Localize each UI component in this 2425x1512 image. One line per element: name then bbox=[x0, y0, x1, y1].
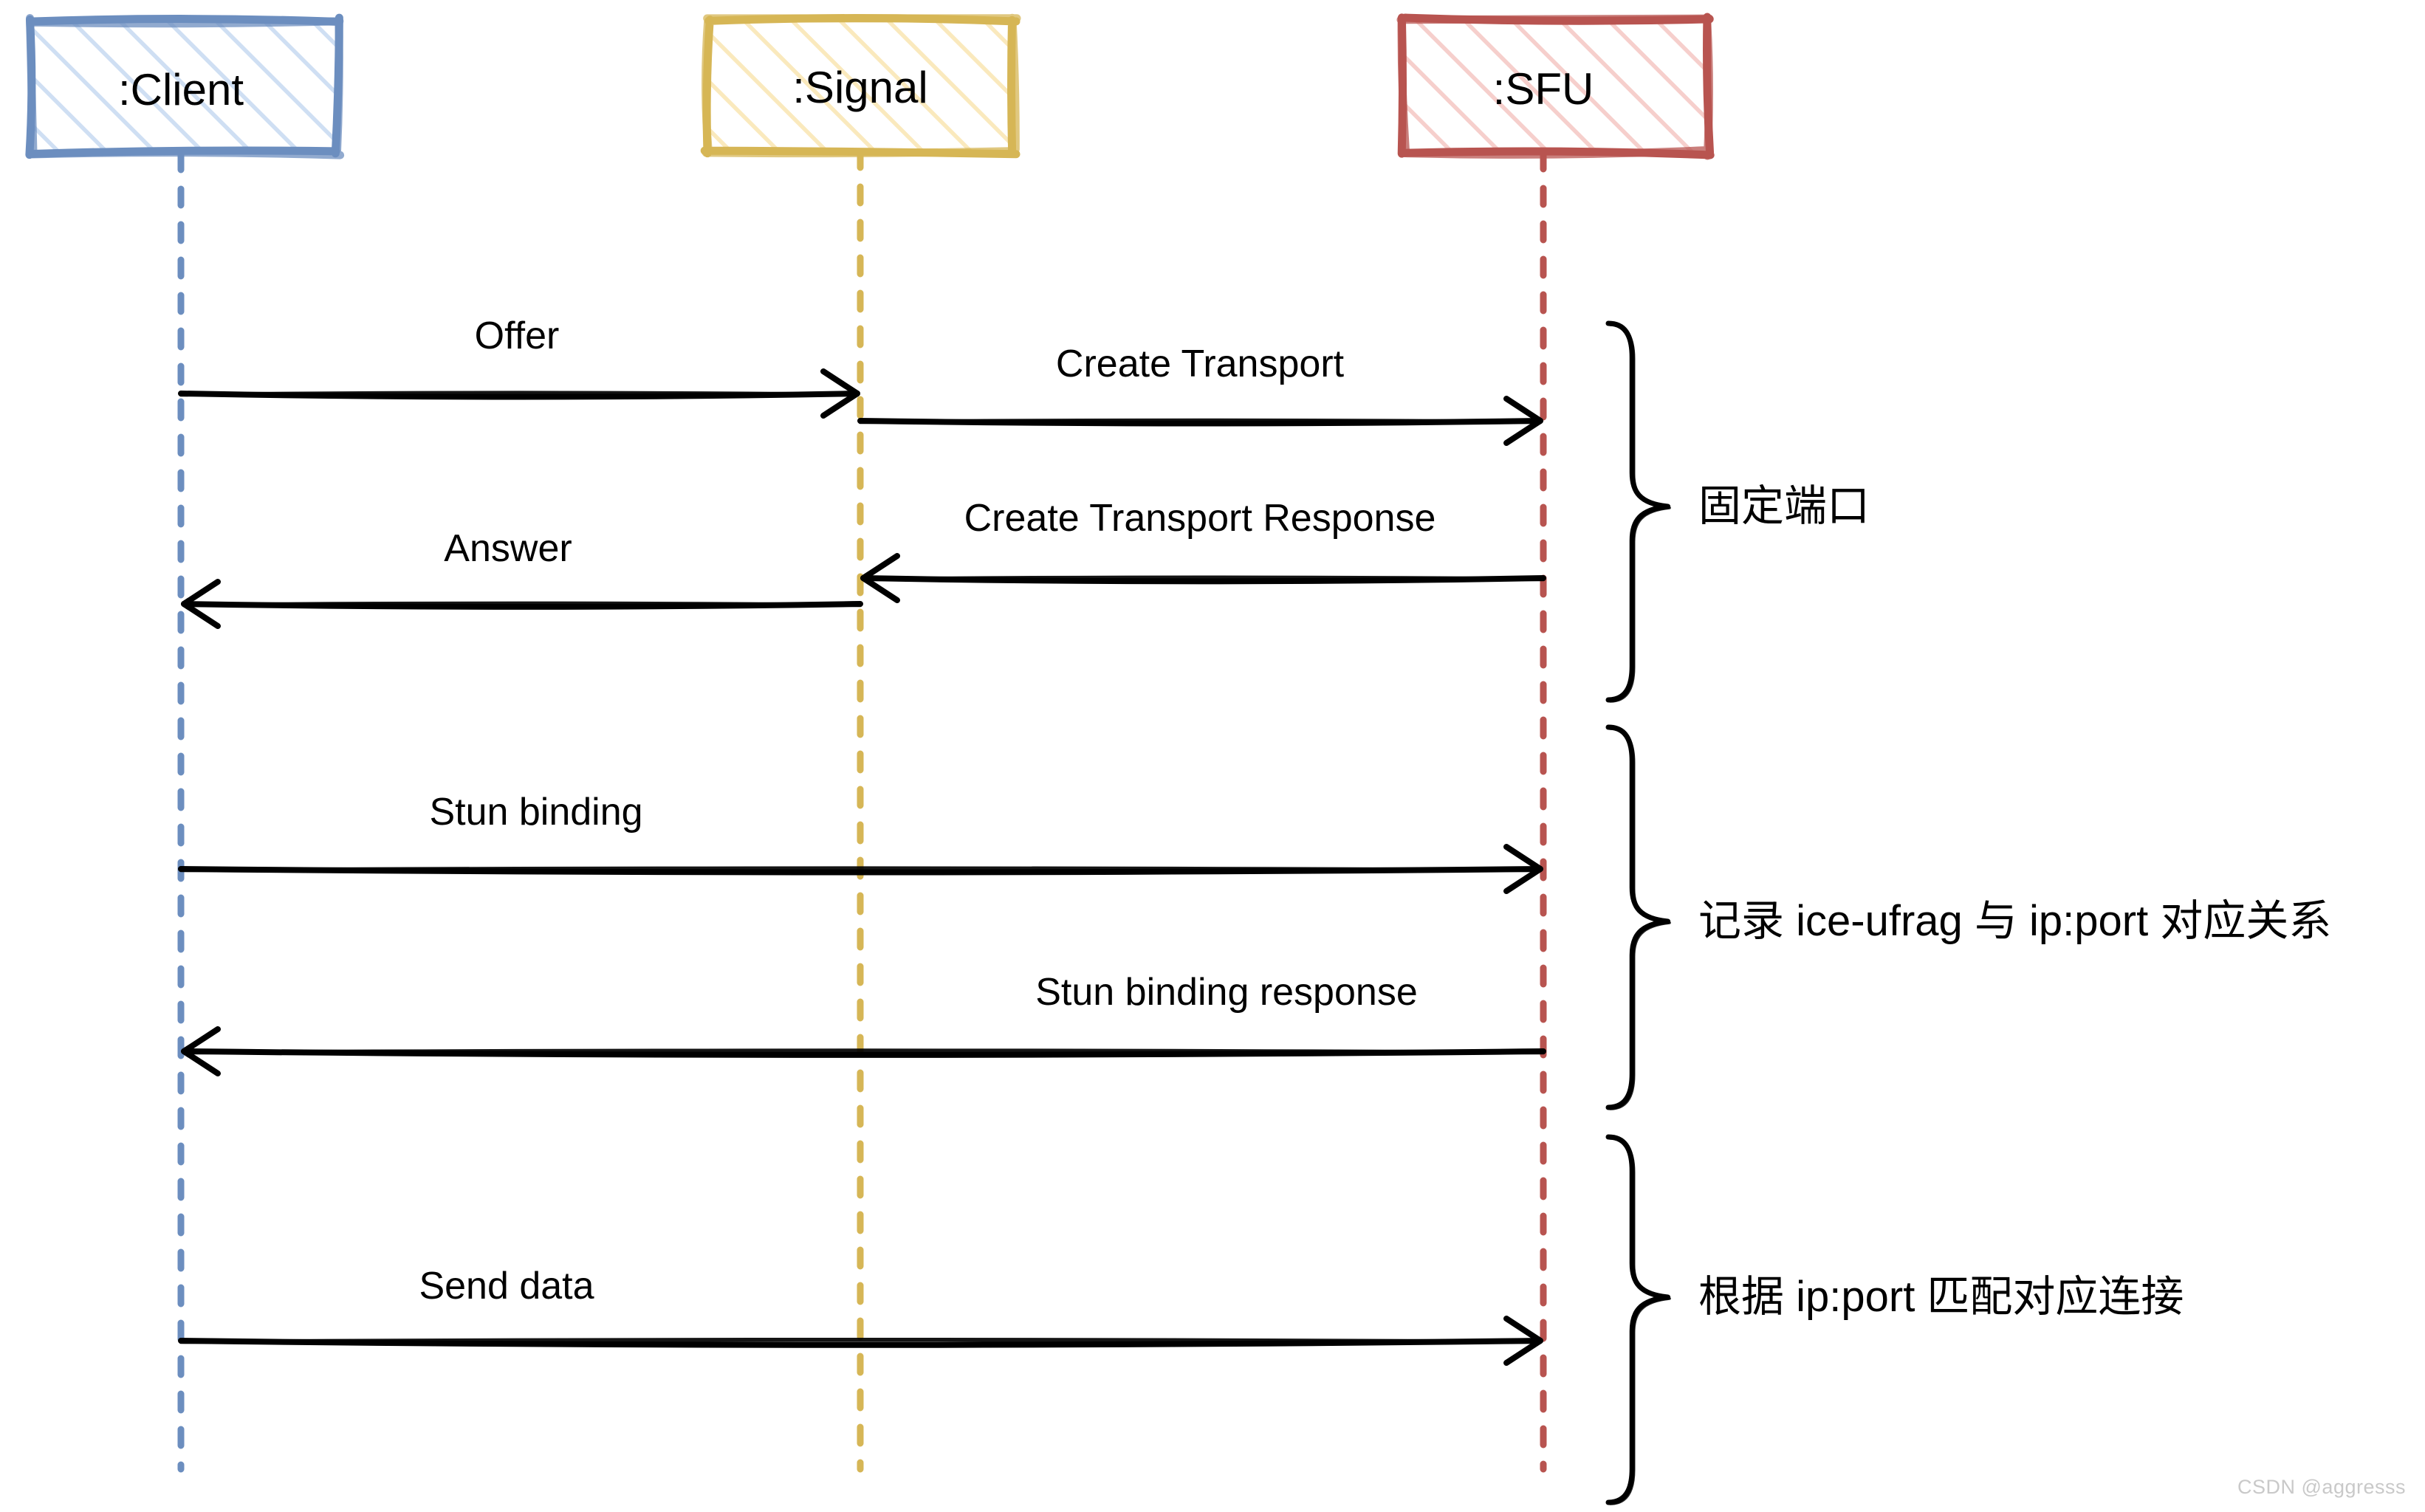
message-label-m5: Stun binding bbox=[429, 791, 643, 834]
message-line-shadow-m7 bbox=[179, 1337, 1543, 1344]
note-label-n2: 记录 ice-ufrag 与 ip:port 对应关系 bbox=[1698, 897, 2332, 945]
actor-label-sfu: :SFU bbox=[1492, 64, 1594, 114]
brace-n3 bbox=[1605, 1134, 1671, 1505]
message-label-m6: Stun binding response bbox=[1035, 971, 1418, 1014]
message-line-shadow-m3 bbox=[861, 575, 1546, 582]
watermark-label: CSDN @aggresss bbox=[2237, 1476, 2406, 1498]
actor-label-client: :Client bbox=[117, 65, 244, 114]
actor-label-signal: :Signal bbox=[792, 63, 928, 112]
message-line-shadow-m5 bbox=[179, 866, 1543, 873]
brace-n2 bbox=[1605, 724, 1671, 1110]
message-label-m2: Create Transport bbox=[1055, 343, 1345, 385]
message-line-shadow-m2 bbox=[858, 418, 1543, 425]
message-label-m7: Send data bbox=[419, 1265, 594, 1307]
brace-notes-group bbox=[1605, 320, 1671, 1505]
brace-shadow-n1 bbox=[1608, 323, 1671, 703]
note-label-n1: 固定端口 bbox=[1698, 482, 1870, 530]
message-label-m4: Answer bbox=[444, 527, 572, 570]
message-line-shadow-m1 bbox=[179, 391, 860, 397]
note-label-n3: 根据 ip:port 匹配对应连接 bbox=[1698, 1273, 2184, 1321]
message-line-shadow-m4 bbox=[182, 601, 862, 608]
message-label-m1: Offer bbox=[474, 315, 560, 357]
brace-n1 bbox=[1605, 320, 1671, 703]
sequence-diagram-canvas: :Client :Signal :SFU Offer Create Transport C… bbox=[0, 0, 2425, 1512]
brace-shadow-n3 bbox=[1608, 1137, 1671, 1505]
message-line-shadow-m6 bbox=[182, 1048, 1546, 1055]
message-label-m3: Create Transport Response bbox=[964, 497, 1436, 540]
